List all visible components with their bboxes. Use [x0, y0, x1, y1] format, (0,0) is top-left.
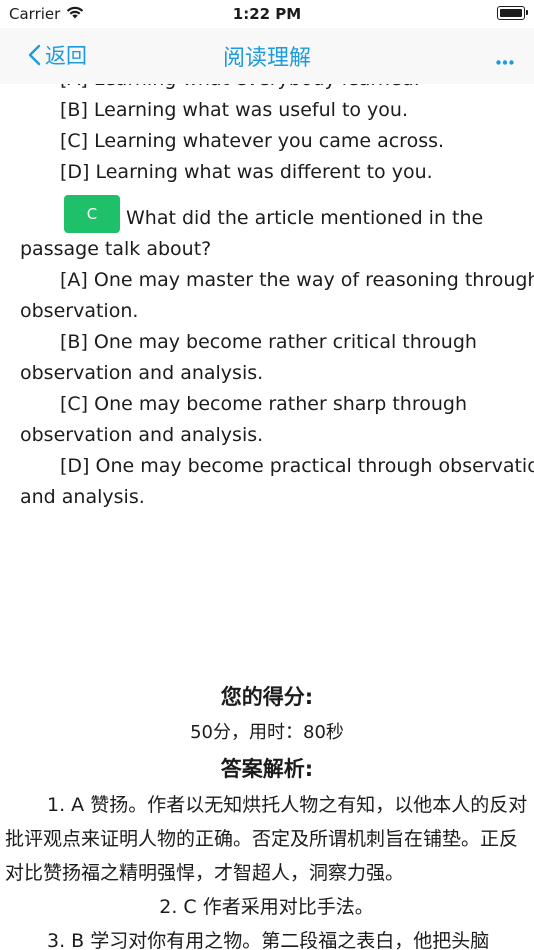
option-line: [C] Learning whatever you came across.	[60, 130, 445, 152]
option-line: [B] One may become rather critical throu…	[60, 331, 477, 353]
question-text: What did the article mentioned in the	[126, 207, 484, 229]
battery-icon	[497, 6, 528, 20]
navigation-bar: 返回 阅读理解	[0, 28, 534, 84]
option-line-cont: observation.	[20, 300, 139, 322]
more-dots-icon	[496, 60, 514, 65]
analysis-text: 1. A 赞扬。作者以无知烘托人物之有知，以他本人的反对批评观点来证明人物的正确…	[0, 788, 534, 950]
option-line: [D] One may become practical through obs…	[60, 455, 534, 477]
selected-answer-button[interactable]: C	[64, 195, 120, 233]
question-content: [A] Learning what everybody learned. [B]…	[0, 64, 534, 513]
results-section: 您的得分: 50分，用时：80秒 答案解析: 1. A 赞扬。作者以无知烘托人物…	[0, 680, 534, 950]
option-line-cont: and analysis.	[20, 486, 145, 508]
analysis-item: 2. C 作者采用对比手法。	[159, 896, 374, 918]
option-line: [C] One may become rather sharp through	[60, 393, 467, 415]
option-line: [B] Learning what was useful to you.	[60, 99, 409, 121]
page-title: 阅读理解	[222, 46, 311, 71]
status-time: 1:22 PM	[232, 5, 302, 23]
score-value: 50分，用时：80秒	[190, 722, 344, 743]
score-title: 您的得分:	[220, 685, 314, 709]
question-text-cont: passage talk about?	[20, 238, 212, 260]
more-button[interactable]	[496, 50, 514, 69]
option-line-cont: observation and analysis.	[20, 424, 264, 446]
analysis-item: 3. B 学习对你有用之物。第二段福之表白，他把头脑	[47, 930, 490, 950]
analysis-item: 1. A 赞扬。作者以无知烘托人物之有知，以他本人的反对批评观点来证明人物的正确…	[5, 794, 528, 884]
screen: Carrier 1:22 PM 返回 阅读理解 [B] Learning wha…	[0, 0, 534, 950]
question-line: C What did the article mentioned in the	[0, 195, 534, 234]
option-line: [A] One may master the way of reasoning …	[60, 269, 534, 291]
status-bar: Carrier 1:22 PM	[0, 0, 534, 28]
option-line: [D] Learning what was different to you.	[60, 161, 433, 183]
analysis-title: 答案解析:	[220, 757, 314, 781]
option-line-cont: observation and analysis.	[20, 362, 264, 384]
